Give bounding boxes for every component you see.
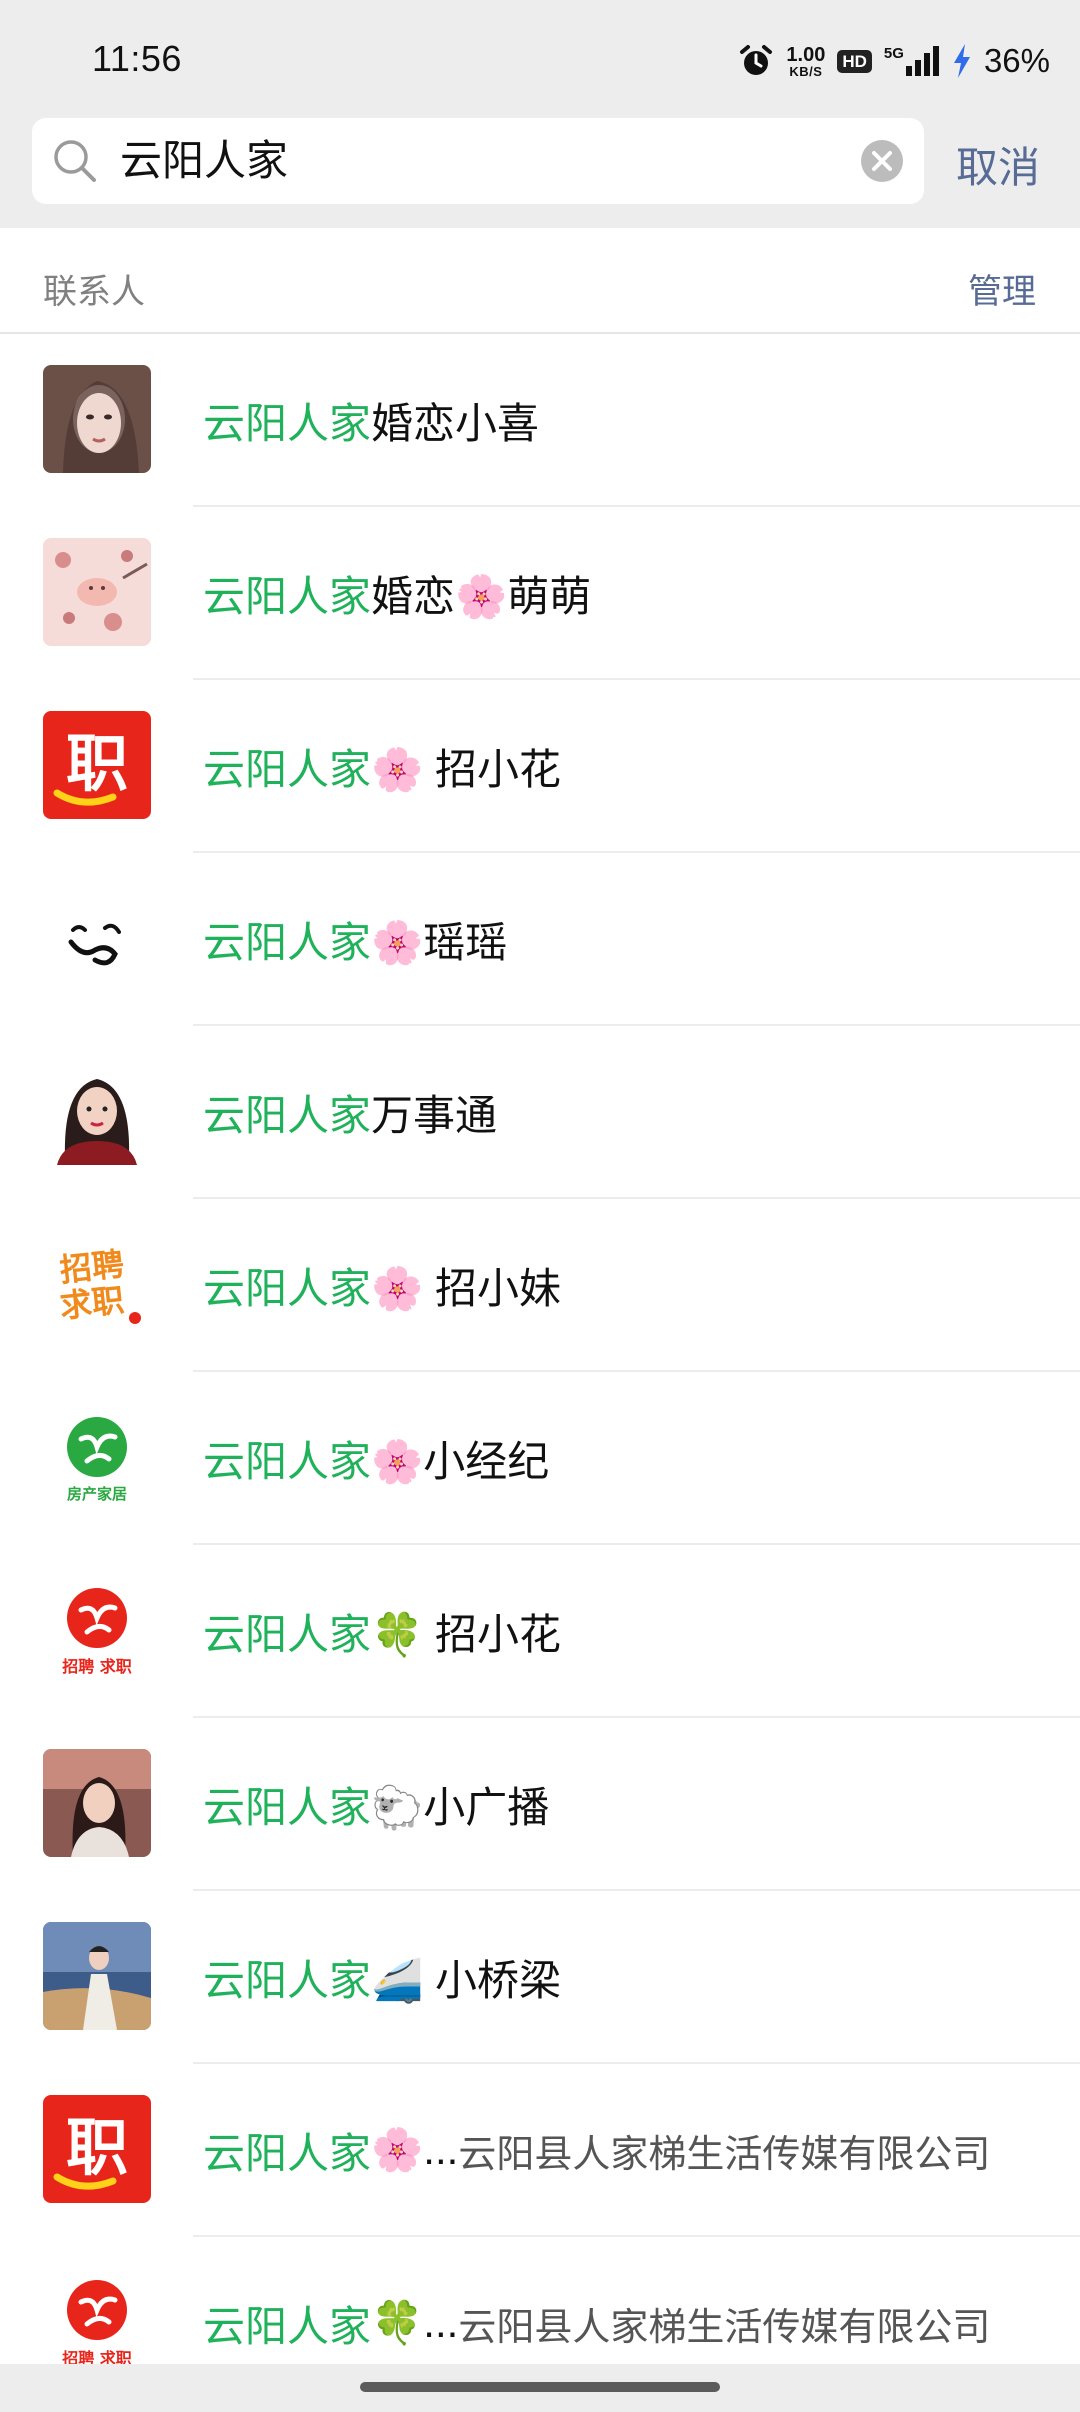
contact-name: 云阳人家 🌸小经纪 (203, 1372, 1040, 1545)
contact-name: 云阳人家 婚恋🌸萌萌 (203, 507, 1040, 680)
name-highlight: 云阳人家 (203, 400, 372, 447)
search-bar: 取消 (0, 112, 1080, 228)
name-highlight: 云阳人家 (203, 1957, 372, 2004)
name-rest: 🌸瑶瑶 (371, 919, 508, 966)
contact-name: 云阳人家 万事通 (203, 1026, 1040, 1199)
hd-badge: HD (837, 49, 872, 73)
name-highlight: 云阳人家 (203, 2130, 372, 2177)
contact-name: 云阳人家 🐑小广播 (203, 1718, 1040, 1891)
status-time: 11:56 (92, 38, 182, 79)
name-rest: 🍀... (371, 2299, 459, 2346)
name-suffix: 云阳县人家梯生活传媒有限公司 (458, 2307, 991, 2349)
battery-level: 36% (983, 42, 1050, 79)
contact-item[interactable]: 云阳人家 🐑小广播 (0, 1718, 1080, 1891)
contact-item[interactable]: 云阳人家 🌸瑶瑶 (0, 853, 1080, 1026)
name-rest: 🌸 招小妹 (371, 1265, 561, 1312)
search-box[interactable] (32, 118, 924, 204)
contact-name: 云阳人家 🌸... 云阳县人家梯生活传媒有限公司 (203, 2064, 1040, 2237)
woman-portrait-avatar (43, 365, 151, 473)
name-highlight: 云阳人家 (203, 573, 372, 620)
recruit-text-line2: 求职 (58, 1281, 126, 1325)
recruit-text-avatar: 招聘 求职 (43, 1230, 151, 1338)
cartoon-girl-avatar (43, 1057, 151, 1165)
home-indicator[interactable] (360, 2382, 720, 2392)
search-icon (52, 138, 98, 189)
recruit-red-logo-avatar: 招聘 求职 (43, 1576, 151, 1684)
girl-photo-avatar (43, 1749, 151, 1857)
contact-name: 云阳人家 🌸瑶瑶 (203, 853, 1040, 1026)
name-highlight: 云阳人家 (203, 1092, 372, 1139)
job-logo-text: 职 (66, 727, 128, 800)
job-logo-text: 职 (66, 2111, 128, 2184)
contact-item[interactable]: 招聘 求职 云阳人家 🌸 招小妹 (0, 1199, 1080, 1372)
network-speed: 1.00 KB/S (786, 45, 825, 78)
recruit-red-caption: 招聘 求职 (62, 1657, 132, 1676)
name-rest: 万事通 (371, 1092, 498, 1139)
recruit-red-logo-avatar: 招聘 求职 (43, 2268, 151, 2376)
status-icons: 1.00 KB/S HD 5G 36% (738, 36, 1050, 86)
name-rest: 婚恋🌸萌萌 (371, 573, 592, 620)
name-rest: 🚄 小桥梁 (371, 1957, 561, 2004)
contacts-section-header: 联系人 管理 (0, 228, 1080, 334)
woman-outdoor-avatar (43, 1922, 151, 2030)
search-input[interactable] (120, 118, 860, 204)
contact-name: 云阳人家 婚恋小喜 (203, 334, 1040, 507)
contact-name: 云阳人家 🌸 招小妹 (203, 1199, 1040, 1372)
contact-item[interactable]: 云阳人家 🚄 小桥梁 (0, 1891, 1080, 2064)
pink-illustration-avatar (43, 538, 151, 646)
name-highlight: 云阳人家 (203, 1784, 372, 1831)
name-rest: 🌸 招小花 (371, 746, 561, 793)
name-highlight: 云阳人家 (203, 2303, 372, 2350)
cancel-button[interactable]: 取消 (956, 134, 1040, 195)
contact-name: 云阳人家 🌸 招小花 (203, 680, 1040, 853)
contact-item[interactable]: 房产家居 云阳人家 🌸小经纪 (0, 1372, 1080, 1545)
charging-icon (952, 44, 972, 78)
job-logo-avatar: 职 (43, 711, 151, 819)
status-bar: 11:56 1.00 KB/S HD 5G 36% (0, 0, 1080, 112)
name-rest: 🌸小经纪 (371, 1438, 550, 1485)
name-rest: 🍀 招小花 (371, 1611, 561, 1658)
search-results: 联系人 管理 云阳人家 婚恋小喜 云阳人家 婚恋🌸萌萌 职 云阳人家 🌸 招小花… (0, 228, 1080, 2412)
net-speed-unit: KB/S (789, 63, 823, 79)
alarm-icon (738, 43, 774, 79)
section-title: 联系人 (43, 273, 145, 311)
name-highlight: 云阳人家 (203, 1611, 372, 1658)
name-highlight: 云阳人家 (203, 919, 372, 966)
contact-item[interactable]: 职 云阳人家 🌸... 云阳县人家梯生活传媒有限公司 (0, 2064, 1080, 2237)
contact-name: 云阳人家 🍀 招小花 (203, 1545, 1040, 1718)
name-highlight: 云阳人家 (203, 746, 372, 793)
contact-item[interactable]: 招聘 求职 云阳人家 🍀 招小花 (0, 1545, 1080, 1718)
contact-name: 云阳人家 🚄 小桥梁 (203, 1891, 1040, 2064)
name-highlight: 云阳人家 (203, 1265, 372, 1312)
clear-search-icon[interactable] (860, 139, 904, 188)
real-estate-caption: 房产家居 (67, 1485, 127, 1503)
network-type-label: 5G (883, 45, 904, 62)
net-speed-value: 1.00 (786, 43, 826, 66)
contact-item[interactable]: 云阳人家 婚恋小喜 (0, 334, 1080, 507)
contact-item[interactable]: 云阳人家 万事通 (0, 1026, 1080, 1199)
contact-item[interactable]: 职 云阳人家 🌸 招小花 (0, 680, 1080, 853)
name-highlight: 云阳人家 (203, 1438, 372, 1485)
name-rest: 🐑小广播 (371, 1784, 550, 1831)
signal-5g-icon: 5G (884, 46, 940, 76)
contact-item[interactable]: 云阳人家 婚恋🌸萌萌 (0, 507, 1080, 680)
name-rest: 婚恋小喜 (371, 400, 540, 447)
job-logo-avatar: 职 (43, 2095, 151, 2203)
smiley-doodle-avatar (43, 884, 151, 992)
real-estate-logo-avatar: 房产家居 (43, 1403, 151, 1511)
manage-link[interactable]: 管理 (968, 264, 1036, 313)
name-suffix: 云阳县人家梯生活传媒有限公司 (458, 2134, 991, 2176)
name-rest: 🌸... (371, 2126, 459, 2173)
